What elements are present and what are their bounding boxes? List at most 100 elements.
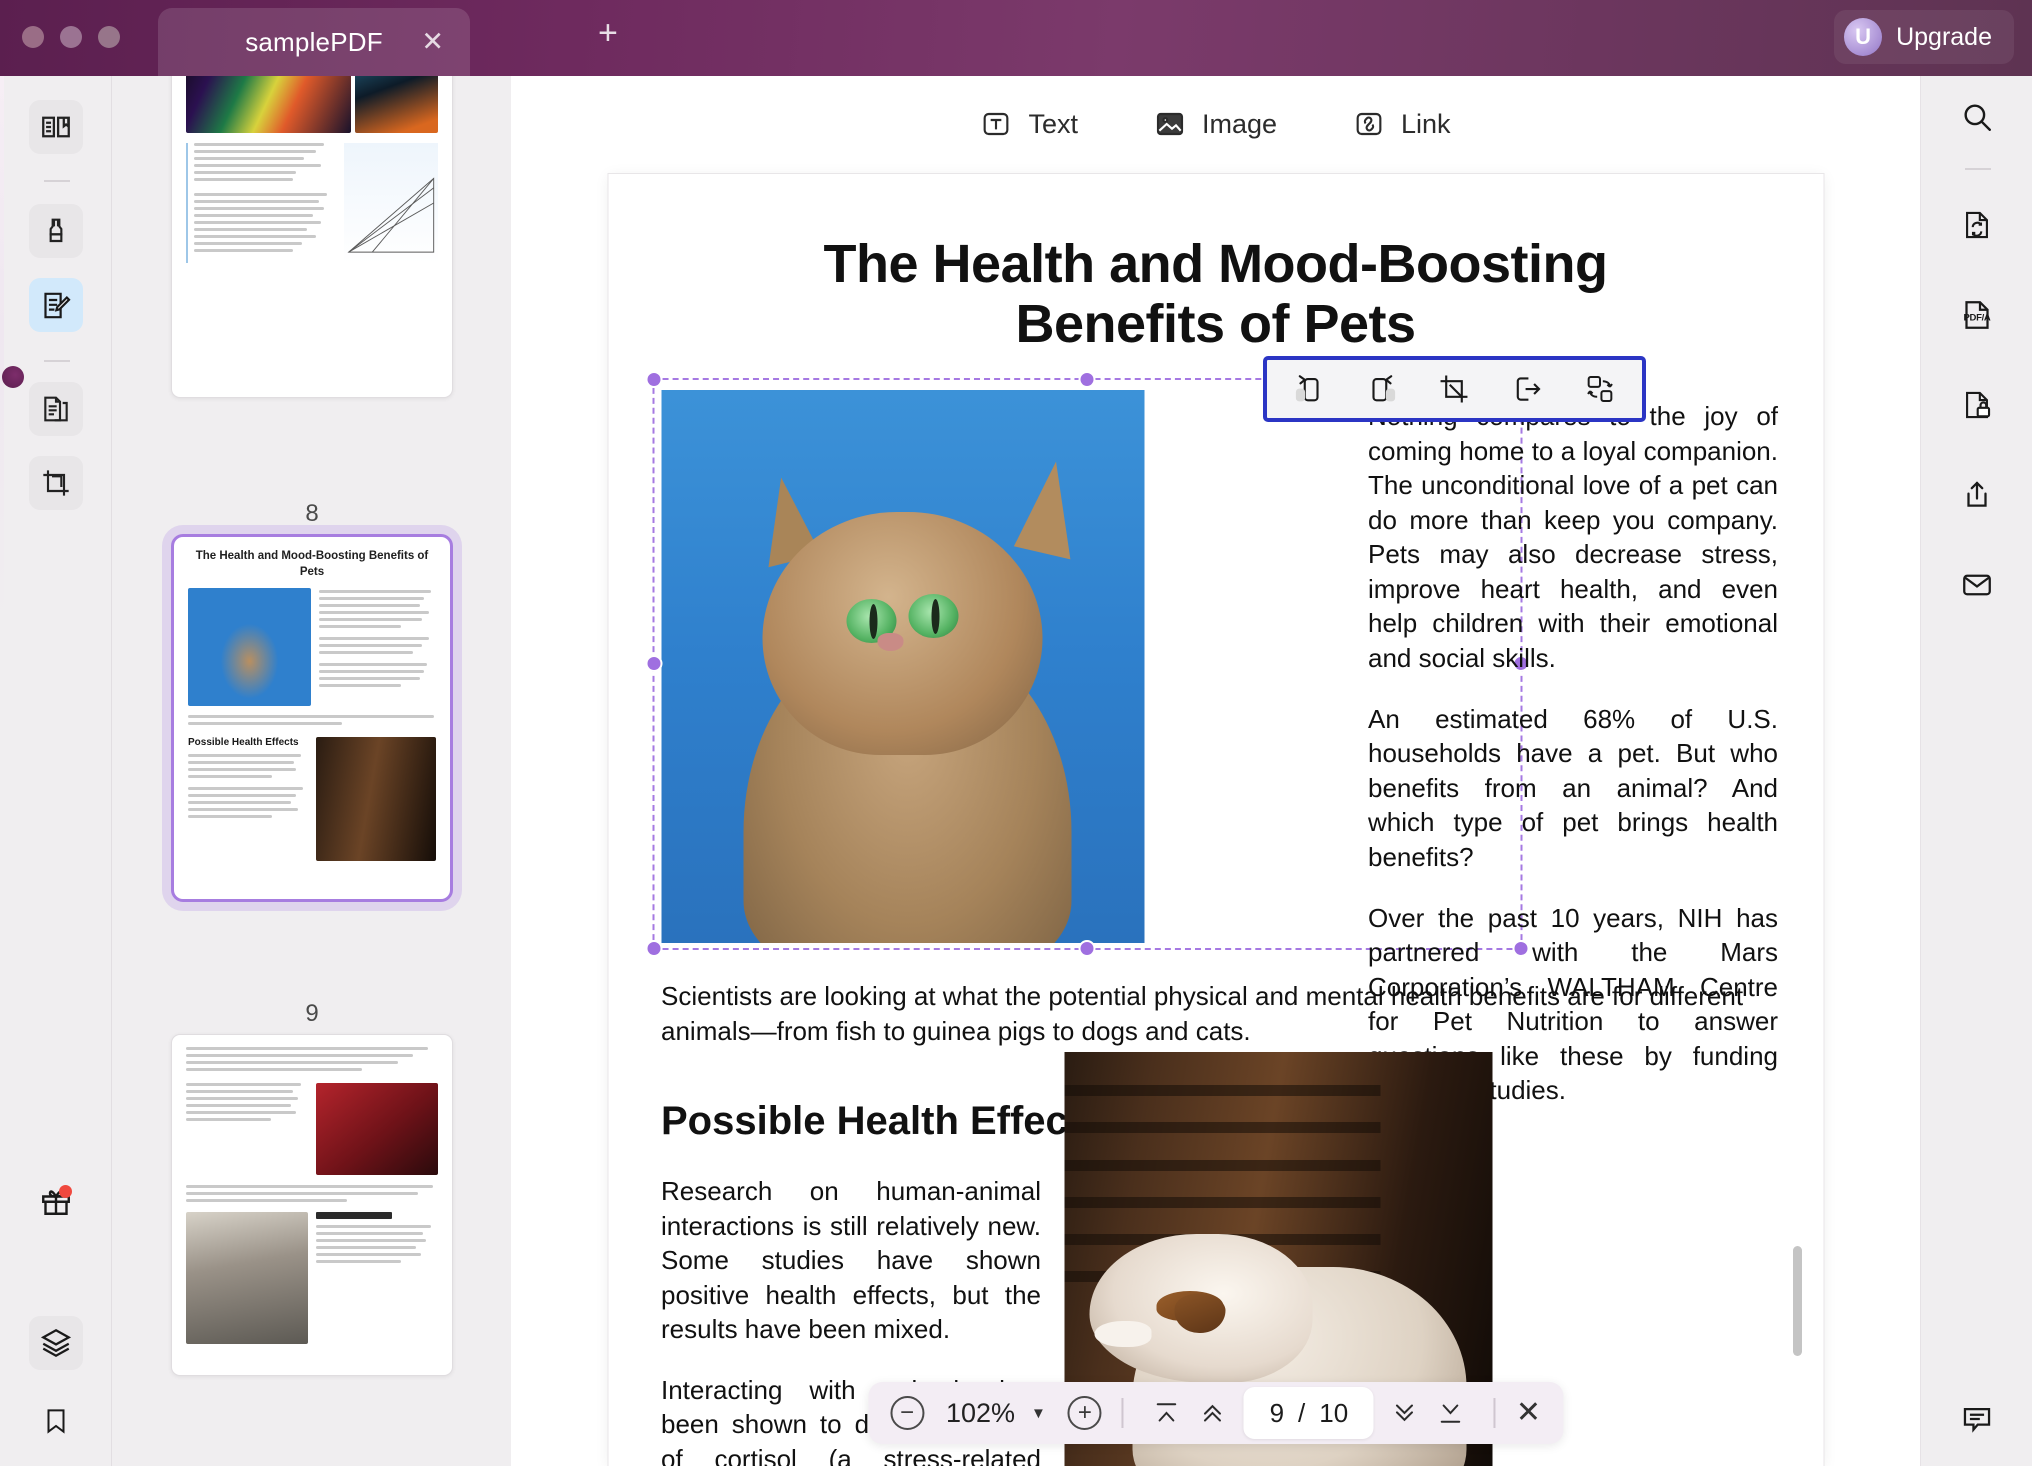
pages-icon [40, 393, 72, 425]
sidebar-item-organize[interactable] [29, 382, 83, 436]
resize-handle-middle-left[interactable] [645, 655, 662, 672]
paragraph-2: An estimated 68% of U.S. households have… [1368, 703, 1778, 872]
replace-button[interactable] [1571, 365, 1629, 413]
sidebar-item-layers[interactable] [29, 1316, 83, 1370]
main-body: 7 [0, 76, 2032, 1466]
protect-button[interactable] [1950, 378, 2004, 432]
sidebar-item-gift[interactable] [29, 1174, 83, 1228]
resize-handle-top-center[interactable] [1078, 371, 1095, 388]
extract-button[interactable] [1498, 365, 1556, 413]
email-button[interactable] [1950, 558, 2004, 612]
rotate-left-button[interactable] [1280, 365, 1338, 413]
sidebar-item-crop-page[interactable] [29, 456, 83, 510]
thumbnail-page[interactable] [171, 76, 453, 398]
upgrade-button[interactable]: U Upgrade [1834, 10, 2014, 64]
thumbnail-page-selected[interactable]: The Health and Mood-Boosting Benefits of… [171, 534, 453, 902]
crop-button[interactable] [1425, 365, 1483, 413]
search-button[interactable] [1950, 90, 2004, 144]
rotate-right-button[interactable] [1353, 365, 1411, 413]
sidebar-item-edit[interactable] [29, 278, 83, 332]
text-box-icon [980, 108, 1012, 140]
right-toolbar: PDF/A [1920, 76, 2032, 1466]
left-toolbar [0, 76, 112, 1466]
close-window-button[interactable] [22, 26, 44, 48]
maximize-window-button[interactable] [98, 26, 120, 48]
share-button[interactable] [1950, 468, 2004, 522]
image-context-toolbar[interactable] [1263, 356, 1646, 422]
rotate-left-icon [1292, 372, 1326, 406]
add-image-label: Image [1201, 108, 1278, 139]
dog-muzzle [1094, 1320, 1152, 1348]
add-link-button[interactable]: Link [1353, 108, 1451, 140]
chevron-down-icon[interactable]: ▼ [1031, 1405, 1046, 1422]
sidebar-item-highlight[interactable] [29, 204, 83, 258]
notification-badge [59, 1185, 72, 1198]
prev-page-button[interactable] [1190, 1391, 1236, 1435]
total-pages-value: 10 [1319, 1397, 1349, 1428]
sidebar-item-bookmark[interactable] [29, 1394, 83, 1448]
minimize-window-button[interactable] [60, 26, 82, 48]
sidebar-item-reader[interactable] [29, 100, 83, 154]
thumbnail-item[interactable]: 8 The Health and Mood-Boosting Benefits … [113, 494, 511, 902]
comments-button[interactable] [1950, 1392, 2004, 1446]
pdfa-icon: PDF/A [1959, 297, 1995, 333]
page-title: The Health and Mood-Boosting Benefits of… [608, 234, 1823, 355]
avatar: U [1844, 18, 1883, 56]
thumbnail-page-number: 8 [305, 500, 319, 527]
add-text-button[interactable]: Text [980, 108, 1078, 140]
resize-handle-bottom-left[interactable] [645, 940, 662, 957]
upgrade-label: Upgrade [1896, 22, 1992, 51]
paragraph-wide: Scientists are looking at what the poten… [661, 981, 1744, 1047]
page-title-line1: The Health and Mood-Boosting [823, 234, 1608, 294]
convert-button[interactable] [1950, 198, 2004, 252]
resize-handle-bottom-center[interactable] [1078, 940, 1095, 957]
toolbar-divider [1493, 1398, 1496, 1428]
edit-document-icon [40, 289, 73, 322]
plus-icon[interactable]: + [598, 16, 618, 50]
add-link-label: Link [1401, 108, 1451, 139]
page-separator: / [1298, 1397, 1306, 1428]
thumbnail-item[interactable]: 9 [113, 994, 511, 1376]
add-image-button[interactable]: Image [1154, 108, 1277, 140]
crop-icon [1437, 372, 1471, 406]
zoom-in-button[interactable]: + [1067, 1396, 1102, 1430]
envelope-icon [1960, 568, 1994, 602]
thumbnail-item[interactable]: 7 [113, 76, 511, 398]
convert-document-icon [1960, 208, 1994, 242]
rail-divider [44, 360, 70, 362]
comment-icon [1960, 1402, 1994, 1436]
search-icon [1960, 100, 1994, 134]
section-heading: Possible Health Effects [661, 1099, 1104, 1143]
rail-divider [44, 180, 70, 182]
rail-divider [1965, 168, 1991, 170]
toolbar-divider [1121, 1398, 1124, 1428]
close-icon[interactable]: ✕ [421, 28, 444, 56]
page-number-input[interactable]: 9 / 10 [1243, 1387, 1374, 1439]
document-tab[interactable]: samplePDF ✕ [158, 8, 470, 76]
zoom-out-button[interactable]: − [889, 1396, 924, 1430]
document-tab-label: samplePDF [245, 26, 383, 57]
pdfa-button[interactable]: PDF/A [1950, 288, 2004, 342]
zoom-level-label[interactable]: 102% [946, 1398, 1015, 1429]
replace-image-icon [1583, 372, 1617, 406]
pdfa-label: PDF/A [1963, 312, 1991, 324]
thumbnail-title: The Health and Mood-Boosting Benefits of… [195, 550, 429, 578]
lock-document-icon [1960, 388, 1994, 422]
close-zoom-bar-button[interactable]: ✕ [1516, 1398, 1541, 1428]
paragraph-1: Nothing compares to the joy of coming ho… [1368, 401, 1778, 674]
link-icon [1353, 108, 1385, 140]
first-page-button[interactable] [1144, 1391, 1190, 1435]
thumbnail-section-heading: Possible Health Effects [188, 737, 299, 749]
extract-image-icon [1510, 372, 1544, 406]
document-scrollbar[interactable] [1793, 1246, 1802, 1356]
thumbnail-page[interactable] [171, 1034, 453, 1376]
paragraph-4: Research on human-animal interactions is… [661, 1176, 1041, 1345]
add-text-label: Text [1028, 108, 1078, 139]
zoom-navigation-bar[interactable]: − 102% ▼ + 9 / 10 ✕ [867, 1382, 1564, 1444]
window-controls [22, 26, 120, 48]
last-page-button[interactable] [1428, 1391, 1474, 1435]
layers-icon [39, 1326, 73, 1360]
thumbnail-panel[interactable]: 7 [113, 76, 511, 1466]
resize-handle-top-left[interactable] [645, 371, 662, 388]
next-page-button[interactable] [1382, 1391, 1428, 1435]
